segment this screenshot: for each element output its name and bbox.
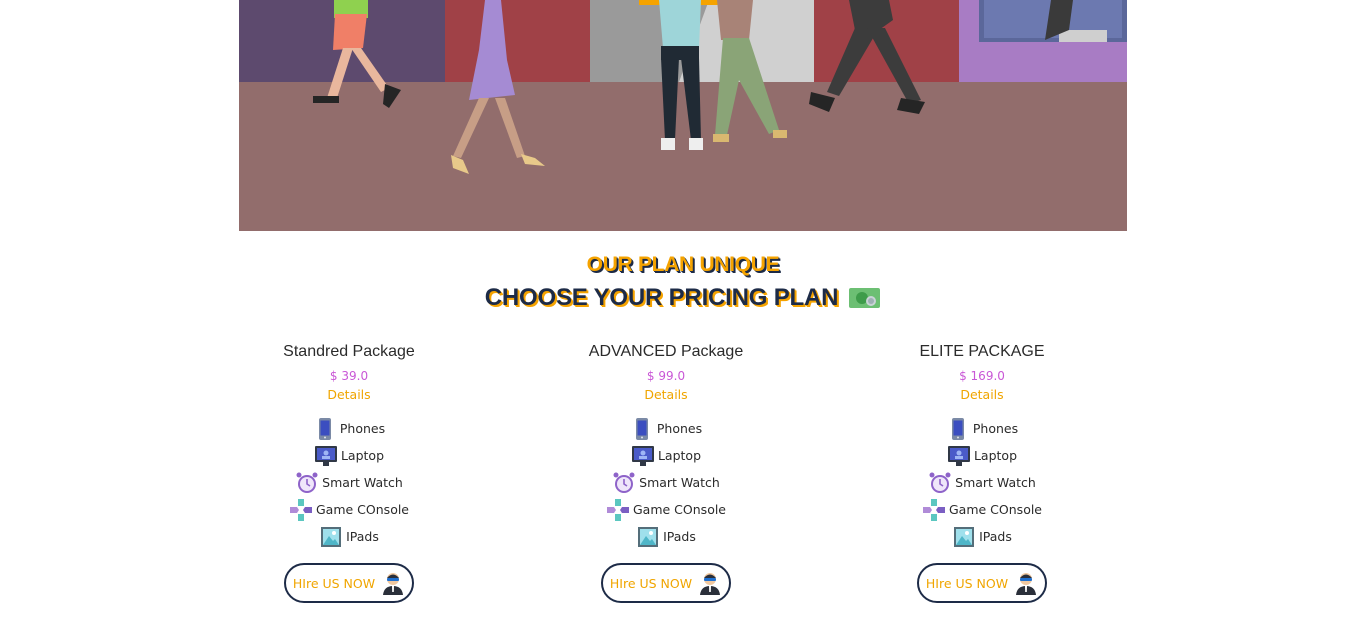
feature-item: Game COnsole bbox=[536, 496, 796, 523]
alarm-clock-icon bbox=[296, 472, 318, 493]
hero-illustration bbox=[239, 0, 1127, 231]
feature-list: Phones Laptop Smart Watch Game COnsole I… bbox=[536, 415, 796, 550]
phone-icon bbox=[635, 417, 648, 440]
pricing-plans: Standred Package $ 39.0 Details Phones L… bbox=[0, 340, 1366, 620]
feature-item: Laptop bbox=[852, 442, 1112, 469]
feature-label: Game COnsole bbox=[316, 502, 409, 517]
hire-us-button[interactable]: HIre US NOW bbox=[284, 563, 414, 603]
plan-name: Standred Package bbox=[283, 343, 415, 360]
game-controller-icon bbox=[607, 498, 629, 521]
pricing-headings: OUR PLAN UNIQUE CHOOSE YOUR PRICING PLAN bbox=[0, 250, 1366, 316]
feature-item: Laptop bbox=[219, 442, 479, 469]
plan-name: ELITE PACKAGE bbox=[919, 343, 1045, 360]
feature-item: Phones bbox=[219, 415, 479, 442]
section-title: CHOOSE YOUR PRICING PLAN bbox=[484, 284, 839, 311]
game-controller-icon bbox=[923, 498, 945, 521]
picture-icon bbox=[954, 526, 975, 547]
plan-price: $ 39.0 bbox=[329, 369, 369, 383]
feature-label: Laptop bbox=[340, 448, 385, 463]
feature-item: IPads bbox=[536, 523, 796, 550]
feature-item: IPads bbox=[852, 523, 1112, 550]
feature-label: Phones bbox=[656, 421, 703, 436]
feature-label: IPads bbox=[346, 529, 379, 544]
feature-label: Game COnsole bbox=[949, 502, 1042, 517]
picture-icon bbox=[321, 526, 342, 547]
phone-icon bbox=[318, 417, 331, 440]
feature-label: IPads bbox=[979, 529, 1012, 544]
feature-label: IPads bbox=[663, 529, 696, 544]
feature-item: Smart Watch bbox=[536, 469, 796, 496]
section-subtitle: OUR PLAN UNIQUE bbox=[586, 253, 780, 276]
agent-icon bbox=[1016, 573, 1037, 595]
feature-label: Laptop bbox=[657, 448, 702, 463]
feature-list: Phones Laptop Smart Watch Game COnsole I… bbox=[219, 415, 479, 550]
feature-item: IPads bbox=[219, 523, 479, 550]
feature-list: Phones Laptop Smart Watch Game COnsole I… bbox=[852, 415, 1112, 550]
hire-us-button[interactable]: HIre US NOW bbox=[601, 563, 731, 603]
phone-icon bbox=[951, 417, 964, 440]
alarm-clock-icon bbox=[929, 472, 951, 493]
game-controller-icon bbox=[290, 498, 312, 521]
feature-item: Laptop bbox=[536, 442, 796, 469]
hire-us-label: HIre US NOW bbox=[609, 575, 693, 591]
feature-label: Smart Watch bbox=[639, 475, 720, 490]
laptop-icon bbox=[314, 445, 337, 466]
plan-card-elite: ELITE PACKAGE $ 169.0 Details Phones Lap… bbox=[852, 340, 1112, 603]
feature-item: Phones bbox=[852, 415, 1112, 442]
plan-details-link[interactable]: Details bbox=[852, 386, 1112, 404]
feature-label: Phones bbox=[972, 421, 1019, 436]
laptop-icon bbox=[947, 445, 970, 466]
section-title-row: CHOOSE YOUR PRICING PLAN bbox=[485, 280, 881, 316]
hire-us-label: HIre US NOW bbox=[292, 575, 376, 591]
feature-label: Laptop bbox=[973, 448, 1018, 463]
feature-label: Game COnsole bbox=[633, 502, 726, 517]
plan-card-standard: Standred Package $ 39.0 Details Phones L… bbox=[219, 340, 479, 603]
picture-icon bbox=[638, 526, 659, 547]
plan-details-link[interactable]: Details bbox=[219, 386, 479, 404]
feature-label: Smart Watch bbox=[322, 475, 403, 490]
feature-label: Phones bbox=[339, 421, 386, 436]
laptop-icon bbox=[631, 445, 654, 466]
alarm-clock-icon bbox=[613, 472, 635, 493]
hire-us-label: HIre US NOW bbox=[925, 575, 1009, 591]
agent-icon bbox=[383, 573, 404, 595]
feature-item: Game COnsole bbox=[852, 496, 1112, 523]
agent-icon bbox=[700, 573, 721, 595]
feature-item: Smart Watch bbox=[219, 469, 479, 496]
plan-card-advanced: ADVANCED Package $ 99.0 Details Phones L… bbox=[536, 340, 796, 603]
plan-price: $ 169.0 bbox=[959, 369, 1005, 383]
feature-item: Game COnsole bbox=[219, 496, 479, 523]
plan-name: ADVANCED Package bbox=[588, 343, 744, 360]
plan-details-link[interactable]: Details bbox=[536, 386, 796, 404]
feature-item: Smart Watch bbox=[852, 469, 1112, 496]
feature-item: Phones bbox=[536, 415, 796, 442]
plan-price: $ 99.0 bbox=[646, 369, 686, 383]
feature-label: Smart Watch bbox=[955, 475, 1036, 490]
hire-us-button[interactable]: HIre US NOW bbox=[917, 563, 1047, 603]
money-icon bbox=[849, 288, 881, 308]
